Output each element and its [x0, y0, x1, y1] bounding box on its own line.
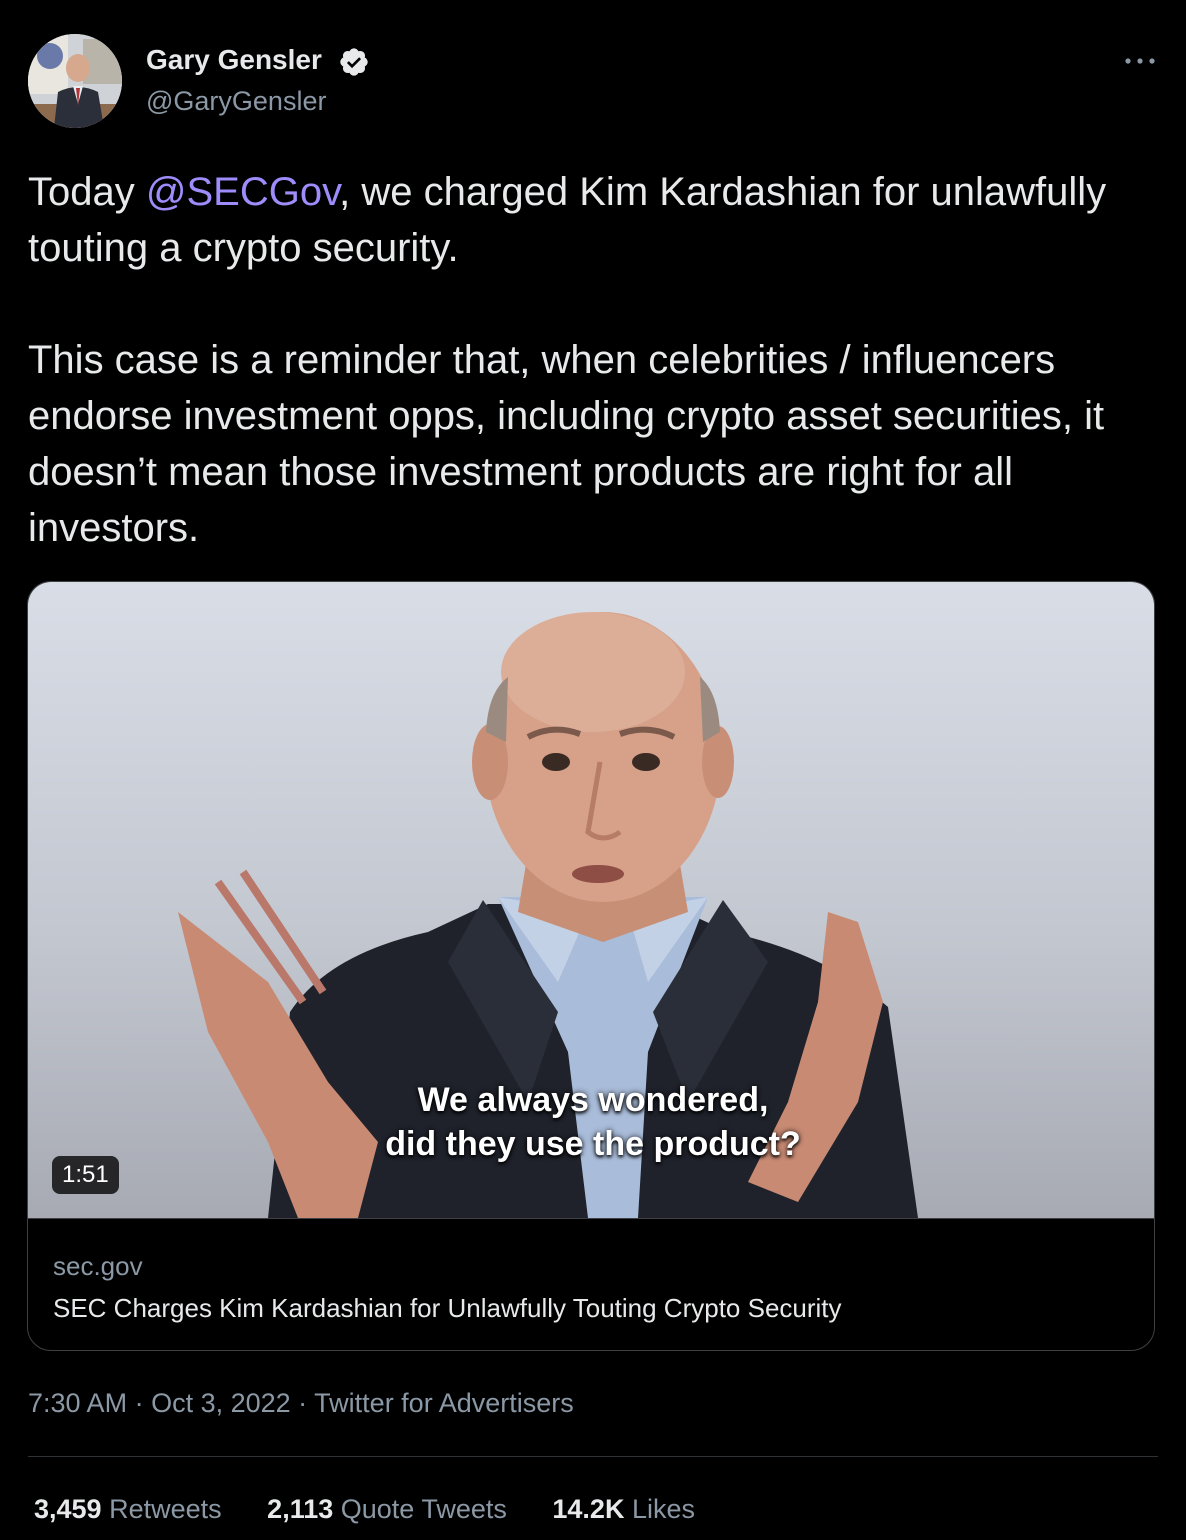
tweet-text: Today @SECGov, we charged Kim Kardashian…: [28, 164, 1168, 556]
user-name[interactable]: Gary Gensler: [146, 44, 322, 76]
divider: [28, 1456, 1158, 1457]
avatar-image: [28, 34, 122, 128]
retweets-stat[interactable]: 3,459 Retweets: [34, 1494, 222, 1525]
tweet-meta: 7:30 AM · Oct 3, 2022 · Twitter for Adve…: [28, 1388, 574, 1418]
caption-line-2: did they use the product?: [385, 1125, 801, 1163]
video-caption: We always wondered, did they use the pro…: [318, 1078, 868, 1166]
user-handle[interactable]: @GaryGensler: [146, 86, 326, 117]
video-player[interactable]: We always wondered, did they use the pro…: [28, 582, 1154, 1218]
tweet-source[interactable]: Twitter for Advertisers: [314, 1388, 574, 1418]
caption-line-1: We always wondered,: [417, 1081, 769, 1119]
quote-tweets-stat[interactable]: 2,113 Quote Tweets: [267, 1494, 507, 1525]
link-card[interactable]: We always wondered, did they use the pro…: [27, 581, 1155, 1351]
card-footer[interactable]: sec.gov SEC Charges Kim Kardashian for U…: [28, 1218, 1154, 1350]
likes-stat[interactable]: 14.2K Likes: [552, 1494, 695, 1525]
tweet-paragraph-1: Today @SECGov, we charged Kim Kardashian…: [28, 170, 1107, 270]
video-duration-badge: 1:51: [52, 1156, 119, 1194]
verified-badge-icon: [340, 48, 368, 76]
link-title: SEC Charges Kim Kardashian for Unlawfull…: [53, 1293, 842, 1323]
mention-link[interactable]: @SECGov: [146, 170, 339, 214]
tweet: Gary Gensler @GaryGensler Today @SECGov,…: [0, 0, 1186, 1540]
link-domain: sec.gov: [53, 1251, 143, 1281]
avatar[interactable]: [28, 34, 122, 128]
more-options-icon[interactable]: [1120, 46, 1160, 76]
tweet-time[interactable]: 7:30 AM: [28, 1388, 127, 1418]
tweet-paragraph-2: This case is a reminder that, when celeb…: [28, 338, 1105, 550]
tweet-date[interactable]: Oct 3, 2022: [151, 1388, 291, 1418]
tweet-stats: 3,459 Retweets 2,113 Quote Tweets 14.2K …: [34, 1494, 733, 1525]
